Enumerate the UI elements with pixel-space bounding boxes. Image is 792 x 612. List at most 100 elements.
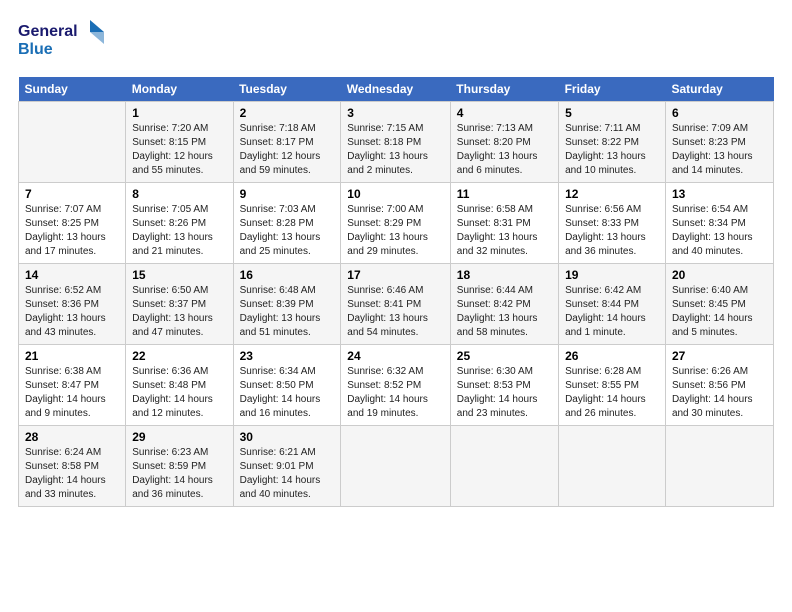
calendar-cell: 11 Sunrise: 6:58 AMSunset: 8:31 PMDayligh… <box>450 183 558 264</box>
day-info: Sunrise: 7:05 AMSunset: 8:26 PMDaylight:… <box>132 203 226 259</box>
svg-text:General: General <box>18 23 78 40</box>
weekday-header: Tuesday <box>233 77 341 102</box>
day-number: 27 <box>672 349 767 363</box>
calendar-week-row: 1 Sunrise: 7:20 AMSunset: 8:15 PMDaylight… <box>19 102 774 183</box>
svg-text:Blue: Blue <box>18 41 53 58</box>
header: General Blue <box>18 18 774 67</box>
page: General Blue SundayMondayTuesdayWednesda… <box>0 0 792 612</box>
day-info: Sunrise: 6:32 AMSunset: 8:52 PMDaylight:… <box>347 365 444 421</box>
day-number: 1 <box>132 106 226 120</box>
day-info: Sunrise: 6:44 AMSunset: 8:42 PMDaylight:… <box>457 284 552 340</box>
day-number: 29 <box>132 430 226 444</box>
calendar-cell: 4 Sunrise: 7:13 AMSunset: 8:20 PMDaylight… <box>450 102 558 183</box>
day-number: 18 <box>457 268 552 282</box>
day-info: Sunrise: 7:18 AMSunset: 8:17 PMDaylight:… <box>240 122 335 178</box>
calendar-cell: 21 Sunrise: 6:38 AMSunset: 8:47 PMDayligh… <box>19 345 126 426</box>
calendar-cell: 9Sunrise: 7:03 AMSunset: 8:28 PMDaylight… <box>233 183 341 264</box>
day-number: 20 <box>672 268 767 282</box>
calendar-cell <box>19 102 126 183</box>
day-info: Sunrise: 6:28 AMSunset: 8:55 PMDaylight:… <box>565 365 659 421</box>
header-row: SundayMondayTuesdayWednesdayThursdayFrid… <box>19 77 774 102</box>
day-number: 16 <box>240 268 335 282</box>
day-number: 21 <box>25 349 119 363</box>
calendar-week-row: 7Sunrise: 7:07 AMSunset: 8:25 PMDaylight… <box>19 183 774 264</box>
calendar-cell: 15 Sunrise: 6:50 AMSunset: 8:37 PMDayligh… <box>126 264 233 345</box>
day-info: Sunrise: 6:23 AMSunset: 8:59 PMDaylight:… <box>132 446 226 502</box>
weekday-header: Wednesday <box>341 77 451 102</box>
day-number: 14 <box>25 268 119 282</box>
logo-icon: General Blue <box>18 18 108 62</box>
day-info: Sunrise: 6:42 AMSunset: 8:44 PMDaylight:… <box>565 284 659 340</box>
day-number: 19 <box>565 268 659 282</box>
calendar-cell: 18 Sunrise: 6:44 AMSunset: 8:42 PMDayligh… <box>450 264 558 345</box>
day-info: Sunrise: 6:30 AMSunset: 8:53 PMDaylight:… <box>457 365 552 421</box>
day-number: 26 <box>565 349 659 363</box>
calendar-cell: 7Sunrise: 7:07 AMSunset: 8:25 PMDaylight… <box>19 183 126 264</box>
calendar-cell: 27 Sunrise: 6:26 AMSunset: 8:56 PMDayligh… <box>665 345 773 426</box>
calendar-cell <box>665 426 773 507</box>
day-info: Sunrise: 6:21 AMSunset: 9:01 PMDaylight:… <box>240 446 335 502</box>
day-info: Sunrise: 6:50 AMSunset: 8:37 PMDaylight:… <box>132 284 226 340</box>
day-number: 12 <box>565 187 659 201</box>
day-number: 28 <box>25 430 119 444</box>
calendar-cell: 22 Sunrise: 6:36 AMSunset: 8:48 PMDayligh… <box>126 345 233 426</box>
weekday-header: Monday <box>126 77 233 102</box>
calendar-cell: 30Sunrise: 6:21 AMSunset: 9:01 PMDayligh… <box>233 426 341 507</box>
day-info: Sunrise: 6:56 AMSunset: 8:33 PMDaylight:… <box>565 203 659 259</box>
calendar-cell: 19 Sunrise: 6:42 AMSunset: 8:44 PMDayligh… <box>559 264 666 345</box>
day-number: 25 <box>457 349 552 363</box>
day-info: Sunrise: 7:03 AMSunset: 8:28 PMDaylight:… <box>240 203 335 259</box>
day-number: 4 <box>457 106 552 120</box>
logo: General Blue <box>18 18 108 67</box>
day-info: Sunrise: 6:38 AMSunset: 8:47 PMDaylight:… <box>25 365 119 421</box>
day-number: 3 <box>347 106 444 120</box>
calendar-cell <box>341 426 451 507</box>
day-info: Sunrise: 6:36 AMSunset: 8:48 PMDaylight:… <box>132 365 226 421</box>
day-info: Sunrise: 6:58 AMSunset: 8:31 PMDaylight:… <box>457 203 552 259</box>
calendar-cell <box>559 426 666 507</box>
day-info: Sunrise: 6:40 AMSunset: 8:45 PMDaylight:… <box>672 284 767 340</box>
day-info: Sunrise: 6:24 AMSunset: 8:58 PMDaylight:… <box>25 446 119 502</box>
calendar-cell: 26 Sunrise: 6:28 AMSunset: 8:55 PMDayligh… <box>559 345 666 426</box>
calendar-cell: 25 Sunrise: 6:30 AMSunset: 8:53 PMDayligh… <box>450 345 558 426</box>
calendar-cell: 5 Sunrise: 7:11 AMSunset: 8:22 PMDaylight… <box>559 102 666 183</box>
calendar-cell: 8Sunrise: 7:05 AMSunset: 8:26 PMDaylight… <box>126 183 233 264</box>
weekday-header: Saturday <box>665 77 773 102</box>
day-info: Sunrise: 6:48 AMSunset: 8:39 PMDaylight:… <box>240 284 335 340</box>
day-number: 2 <box>240 106 335 120</box>
weekday-header: Friday <box>559 77 666 102</box>
calendar-cell: 10 Sunrise: 7:00 AMSunset: 8:29 PMDayligh… <box>341 183 451 264</box>
day-info: Sunrise: 6:26 AMSunset: 8:56 PMDaylight:… <box>672 365 767 421</box>
calendar-cell: 1 Sunrise: 7:20 AMSunset: 8:15 PMDaylight… <box>126 102 233 183</box>
day-number: 15 <box>132 268 226 282</box>
calendar-cell: 2 Sunrise: 7:18 AMSunset: 8:17 PMDaylight… <box>233 102 341 183</box>
day-info: Sunrise: 7:13 AMSunset: 8:20 PMDaylight:… <box>457 122 552 178</box>
calendar-cell: 23Sunrise: 6:34 AMSunset: 8:50 PMDayligh… <box>233 345 341 426</box>
calendar-week-row: 21 Sunrise: 6:38 AMSunset: 8:47 PMDayligh… <box>19 345 774 426</box>
day-info: Sunrise: 7:00 AMSunset: 8:29 PMDaylight:… <box>347 203 444 259</box>
calendar-cell: 16 Sunrise: 6:48 AMSunset: 8:39 PMDayligh… <box>233 264 341 345</box>
calendar-cell <box>450 426 558 507</box>
calendar-table: SundayMondayTuesdayWednesdayThursdayFrid… <box>18 77 774 507</box>
day-number: 11 <box>457 187 552 201</box>
day-number: 22 <box>132 349 226 363</box>
day-number: 10 <box>347 187 444 201</box>
day-info: Sunrise: 7:20 AMSunset: 8:15 PMDaylight:… <box>132 122 226 178</box>
day-number: 17 <box>347 268 444 282</box>
day-info: Sunrise: 7:09 AMSunset: 8:23 PMDaylight:… <box>672 122 767 178</box>
day-number: 13 <box>672 187 767 201</box>
day-info: Sunrise: 7:11 AMSunset: 8:22 PMDaylight:… <box>565 122 659 178</box>
calendar-cell: 20 Sunrise: 6:40 AMSunset: 8:45 PMDayligh… <box>665 264 773 345</box>
day-number: 6 <box>672 106 767 120</box>
weekday-header: Sunday <box>19 77 126 102</box>
day-number: 5 <box>565 106 659 120</box>
calendar-cell: 3 Sunrise: 7:15 AMSunset: 8:18 PMDaylight… <box>341 102 451 183</box>
calendar-week-row: 14Sunrise: 6:52 AMSunset: 8:36 PMDayligh… <box>19 264 774 345</box>
calendar-cell: 28 Sunrise: 6:24 AMSunset: 8:58 PMDayligh… <box>19 426 126 507</box>
calendar-cell: 14Sunrise: 6:52 AMSunset: 8:36 PMDayligh… <box>19 264 126 345</box>
day-number: 7 <box>25 187 119 201</box>
calendar-cell: 17Sunrise: 6:46 AMSunset: 8:41 PMDayligh… <box>341 264 451 345</box>
calendar-cell: 12 Sunrise: 6:56 AMSunset: 8:33 PMDayligh… <box>559 183 666 264</box>
calendar-cell: 6 Sunrise: 7:09 AMSunset: 8:23 PMDaylight… <box>665 102 773 183</box>
day-info: Sunrise: 7:15 AMSunset: 8:18 PMDaylight:… <box>347 122 444 178</box>
